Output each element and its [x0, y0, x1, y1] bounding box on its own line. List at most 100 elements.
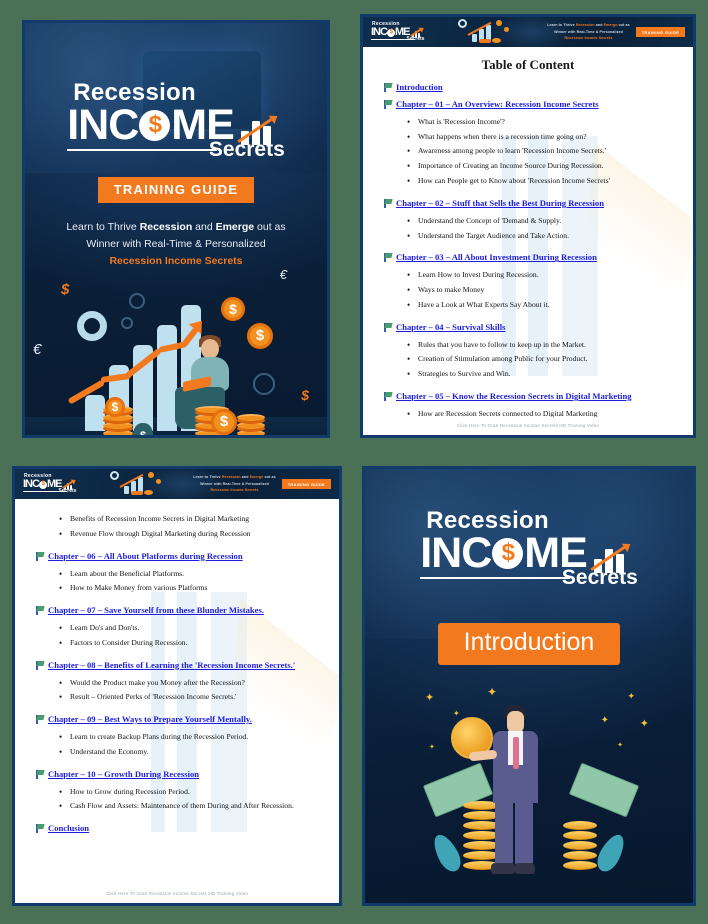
- cell-toc-2: Recession INC $ ME Secrets Learn to Thri…: [0, 456, 352, 924]
- toc-chapter-link[interactable]: Chapter – 02 – Stuff that Sells the Best…: [396, 197, 604, 211]
- tagline-bold-recession: Recession: [139, 220, 193, 233]
- toc-bullet-item: Would the Product make you Money after t…: [59, 675, 325, 692]
- toc-bullet-item: What happens when there is a recession t…: [407, 129, 679, 146]
- chart-arrow-icon: [237, 105, 285, 146]
- table-of-content-page-2: Recession INC $ ME Secrets Learn to Thri…: [12, 466, 342, 906]
- sparkle-icon: ✦: [429, 743, 435, 751]
- flag-bookmark-icon: [35, 660, 45, 670]
- banner-tagline: Learn to Thrive Recession and Emerge out…: [193, 474, 275, 493]
- toc-chapter-link[interactable]: Chapter – 03 – All About Investment Duri…: [396, 251, 597, 265]
- toc-chapter-link[interactable]: Chapter – 06 – All About Platforms durin…: [48, 550, 243, 564]
- toc-bullet-item: Have a Look at What Experts Say About it…: [407, 297, 679, 314]
- gear-icon: [129, 292, 145, 309]
- toc-entry[interactable]: Chapter – 08 – Benefits of Learning the …: [35, 659, 325, 673]
- page-footer-link[interactable]: Click Here To Grab Recession Income Secr…: [15, 885, 339, 903]
- toc-bullet-item: Benefits of Recession Income Secrets in …: [59, 511, 325, 528]
- banner-tagline-bold1: Recession: [221, 475, 241, 480]
- toc-chapter-link[interactable]: Chapter – 07 – Save Yourself from these …: [48, 604, 264, 618]
- toc2-list: Chapter – 06 – All About Platforms durin…: [29, 550, 325, 837]
- toc-bullet-item: How to Grow during Recession Period.: [59, 784, 325, 801]
- banner-tagline-mid: and: [594, 23, 604, 28]
- screenshot-sheet: Recession INC $ ME Secrets TRAINING GUID…: [0, 0, 708, 924]
- toc-bullet-list: Learn about the Beneficial Platforms.How…: [59, 566, 325, 598]
- toc-bullet-list: Understand the Concept of 'Demand & Supp…: [407, 213, 679, 245]
- toc-bullet-item: Learn about the Beneficial Platforms.: [59, 566, 325, 583]
- person-tie: [513, 736, 519, 769]
- toc2-lead-bullets: Benefits of Recession Income Secrets in …: [59, 511, 325, 543]
- toc-chapter-link[interactable]: Chapter – 05 – Know the Recession Secret…: [396, 390, 632, 404]
- gear-icon: [458, 19, 468, 28]
- banner-tagline-line3: Recession Income Secrets: [210, 488, 259, 493]
- toc-entry[interactable]: Chapter – 10 – Growth During Recession: [35, 768, 325, 782]
- brand-logo-cover: Recession INC $ ME Secrets: [67, 81, 285, 160]
- banner-training-guide-badge: TRAINING GUIDE: [635, 27, 685, 37]
- gear-icon: [110, 471, 120, 480]
- toc-bullet-item: Learn How to Invest During Recession.: [407, 267, 679, 284]
- table-of-content-page: Recession INC $ ME Secrets Learn to Thri…: [360, 14, 696, 438]
- flag-bookmark-icon: [35, 715, 45, 725]
- banner-tagline: Learn to Thrive Recession and Emerge out…: [547, 22, 629, 41]
- person-leg: [515, 798, 533, 867]
- toc-entry[interactable]: Chapter – 02 – Stuff that Sells the Best…: [383, 197, 679, 211]
- toc-bullet-list: Learn Do's and Don'ts.Factors to Conside…: [59, 620, 325, 652]
- sparkle-icon: ✦: [453, 708, 460, 718]
- money-bag-icon: $: [133, 422, 153, 435]
- sparkle-icon: ✦: [425, 691, 435, 704]
- sparkle-icon: ✦: [639, 717, 649, 730]
- toc-entry[interactable]: Chapter – 03 – All About Investment Duri…: [383, 251, 679, 265]
- page-footer-link[interactable]: Click Here To Grab Recession Income Secr…: [363, 417, 693, 435]
- introduction-badge: Introduction: [437, 622, 621, 665]
- sparkle-icon: ✦: [617, 741, 623, 749]
- toc-bullet-item: Creation of Stimulation among Public for…: [407, 351, 679, 368]
- toc-chapter-link[interactable]: Chapter – 10 – Growth During Recession: [48, 768, 199, 782]
- sparkle-icon: ✦: [600, 714, 609, 726]
- toc-entry[interactable]: Chapter – 04 – Survival Skills: [383, 321, 679, 335]
- toc-entry[interactable]: Chapter – 05 – Know the Recession Secret…: [383, 390, 679, 404]
- toc-chapter-link[interactable]: Chapter – 04 – Survival Skills: [396, 321, 505, 335]
- toc-bullet-list: Learn How to Invest During Recession.Way…: [407, 267, 679, 314]
- toc-chapter-link[interactable]: Chapter – 09 – Best Ways to Prepare Your…: [48, 713, 252, 727]
- chart-arrow-icon: [590, 533, 638, 574]
- euro-symbol-icon: €: [279, 266, 287, 282]
- down-arrow-icon: ↓: [77, 432, 84, 435]
- person-shoe: [491, 862, 515, 874]
- dollar-coin-icon: $: [139, 109, 171, 141]
- toc-chapter-link[interactable]: Introduction: [396, 81, 443, 95]
- flag-bookmark-icon: [35, 606, 45, 616]
- flag-bookmark-icon: [383, 253, 393, 263]
- chart-arrow-icon: [62, 477, 78, 490]
- flag-bookmark-icon: [383, 322, 393, 332]
- toc-bullet-item: Understand the Concept of 'Demand & Supp…: [407, 213, 679, 230]
- toc-entry[interactable]: Conclusion: [35, 822, 325, 836]
- toc-bullet-item: Importance of Creating an Income Source …: [407, 158, 679, 175]
- banner-illustration: [446, 18, 524, 46]
- toc-entry[interactable]: Introduction: [383, 81, 679, 95]
- toc-bullet-list: Learn to create Backup Plans during the …: [59, 729, 325, 761]
- toc-chapter-link[interactable]: Conclusion: [48, 822, 89, 836]
- toc-entry[interactable]: Chapter – 01 – An Overview: Recession In…: [383, 98, 679, 112]
- toc-chapter-link[interactable]: Chapter – 01 – An Overview: Recession In…: [396, 98, 599, 112]
- gear-icon: [253, 372, 275, 395]
- banner-tagline-post: out as: [617, 23, 630, 28]
- brand-line-income: INC $ ME: [371, 26, 410, 39]
- flag-bookmark-icon: [35, 769, 45, 779]
- toc-bullet-item: Learn to create Backup Plans during the …: [59, 729, 325, 746]
- toc-bullet-list: Rules that you have to follow to keep up…: [407, 337, 679, 384]
- brand-line-income: INC $ ME: [23, 478, 62, 491]
- toc-chapter-link[interactable]: Chapter – 08 – Benefits of Learning the …: [48, 659, 295, 673]
- toc-entry[interactable]: Chapter – 09 – Best Ways to Prepare Your…: [35, 713, 325, 727]
- toc-entry[interactable]: Chapter – 07 – Save Yourself from these …: [35, 604, 325, 618]
- dollar-coin-icon: $: [386, 28, 395, 37]
- banner-training-guide-badge: TRAINING GUIDE: [281, 479, 331, 489]
- sparkle-icon: ✦: [487, 684, 498, 699]
- flag-bookmark-icon: [383, 83, 393, 92]
- toc-bullet-list: How are Recession Secrets connected to D…: [407, 406, 679, 417]
- toc-entry[interactable]: Chapter – 06 – All About Platforms durin…: [35, 550, 325, 564]
- toc-bullet-item: Ways to make Money: [407, 282, 679, 299]
- cell-introduction: Recession INC $ ME Secrets Introduction …: [352, 456, 708, 924]
- gear-icon: [121, 316, 133, 329]
- sparkle-icon: ✦: [627, 690, 635, 701]
- banner-illustration: [98, 470, 176, 498]
- tagline-line2: Winner with Real-Time & Personalized: [86, 238, 266, 251]
- toc-bullet-item: Cash Flow and Assets: Maintenance of the…: [59, 798, 325, 815]
